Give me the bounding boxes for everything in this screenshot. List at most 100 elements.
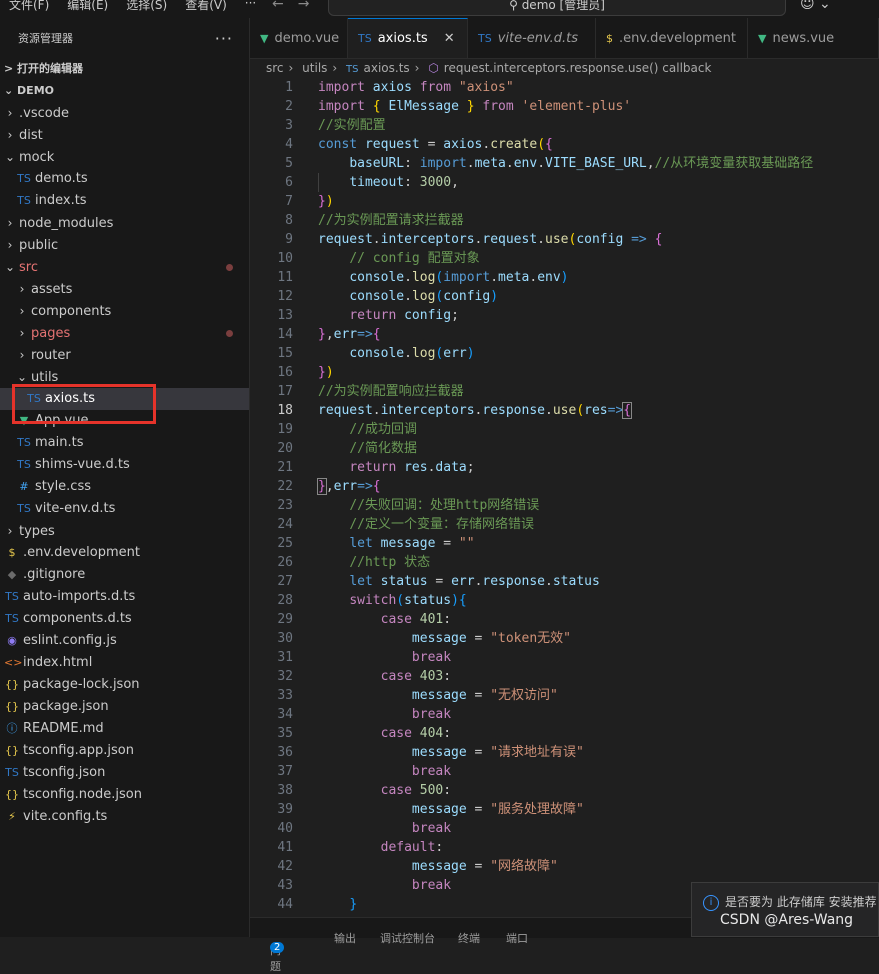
open-editors-section[interactable]: > 打开的编辑器 [0,58,249,80]
code-line[interactable]: 13 return config; [250,306,879,325]
code-line[interactable]: 39 message = "服务处理故障" [250,800,879,819]
code-line[interactable]: 23 //失败回调：处理http网络错误 [250,496,879,515]
command-center-search[interactable]: ⚲ demo [管理员] [328,0,786,16]
code-line[interactable]: 32 case 403: [250,667,879,686]
code-line[interactable]: 8 //为实例配置请求拦截器 [250,211,879,230]
file-item[interactable]: TS demo.ts [0,168,249,190]
file-item[interactable]: TS components.d.ts [0,608,249,630]
code-line[interactable]: 7}) [250,192,879,211]
code-line[interactable]: 34 break [250,705,879,724]
workspace-root[interactable]: ⌄ DEMO [0,80,249,102]
code-line[interactable]: 19 //成功回调 [250,420,879,439]
code-line[interactable]: 37 break [250,762,879,781]
copilot-icon[interactable]: ☺ ⌄ [800,0,831,12]
file-item[interactable]: ⓘ README.md [0,718,249,740]
file-item[interactable]: {} package-lock.json [0,674,249,696]
folder-item[interactable]: › router [0,344,249,366]
code-line[interactable]: 22},err=>{ [250,477,879,496]
notification-toast[interactable]: i 是否要为 此存储库 安装推荐 [691,882,879,937]
tab-vite-env-d-ts[interactable]: TS vite-env.d.ts [468,18,596,58]
folder-item[interactable]: › .vscode [0,102,249,124]
folder-item[interactable]: › pages [0,322,249,344]
code-line[interactable]: 12 console.log(config) [250,287,879,306]
code-line[interactable]: 17 //为实例配置响应拦截器 [250,382,879,401]
code-line[interactable]: 9 request.interceptors.request.use(config… [250,230,879,249]
folder-item[interactable]: › dist [0,124,249,146]
tab-ports[interactable]: 端口 [506,930,528,946]
menu-edit[interactable]: 编辑(E) [58,0,117,13]
code-line[interactable]: 10 // config 配置对象 [250,249,879,268]
code-line[interactable]: 41 default: [250,838,879,857]
file-item[interactable]: # style.css [0,476,249,498]
code-line[interactable]: 36 message = "请求地址有误" [250,743,879,762]
file-item[interactable]: TS auto-imports.d.ts [0,586,249,608]
folder-item[interactable]: ⌄ src [0,256,249,278]
tab-env-development[interactable]: $ .env.development [596,18,748,58]
code-line[interactable]: 3 //实例配置 [250,116,879,135]
file-item[interactable]: {} tsconfig.app.json [0,740,249,762]
code-line[interactable]: 15 console.log(err) [250,344,879,363]
breadcrumb-file[interactable]: axios.ts [364,61,410,75]
folder-item[interactable]: › node_modules [0,212,249,234]
code-line[interactable]: 28 switch(status){ [250,591,879,610]
tab-news-vue[interactable]: ▼ news.vue [748,18,879,58]
file-item[interactable]: ⚡ vite.config.ts [0,806,249,828]
menu-more[interactable]: ··· [236,0,265,13]
menu-view[interactable]: 查看(V) [176,0,236,13]
code-line[interactable]: 40 break [250,819,879,838]
file-item[interactable]: TS main.ts [0,432,249,454]
code-line[interactable]: 33 message = "无权访问" [250,686,879,705]
code-line[interactable]: 2 import { ElMessage } from 'element-plus… [250,97,879,116]
code-line[interactable]: 26 //http 状态 [250,553,879,572]
tab-terminal[interactable]: 终端 [458,930,480,946]
file-item[interactable]: <>index.html [0,652,249,674]
file-item[interactable]: {} tsconfig.node.json [0,784,249,806]
code-line[interactable]: 31 break [250,648,879,667]
tab-output[interactable]: 输出 [334,930,356,946]
tab-debug-console[interactable]: 调试控制台 [380,930,435,946]
code-line[interactable]: 1 import axios from "axios" [250,78,879,97]
code-editor[interactable]: 1 import axios from "axios" 2 import { ElMe… [250,78,879,917]
close-tab-icon[interactable]: ✕ [444,31,455,46]
code-line[interactable]: 5 baseURL: import.meta.env.VITE_BASE_URL… [250,154,879,173]
file-item[interactable]: TS shims-vue.d.ts [0,454,249,476]
back-arrow-icon[interactable]: ← [272,0,284,12]
code-line[interactable]: 20 //简化数据 [250,439,879,458]
more-actions-icon[interactable]: ··· [215,29,233,48]
forward-arrow-icon[interactable]: → [298,0,310,12]
code-line[interactable]: 21 return res.data; [250,458,879,477]
code-line[interactable]: 4 const request = axios.create({ [250,135,879,154]
code-line[interactable]: 18 request.interceptors.response.use(res=… [250,401,879,420]
code-line[interactable]: 27 let status = err.response.status [250,572,879,591]
code-line[interactable]: 25 let message = "" [250,534,879,553]
folder-item[interactable]: › components [0,300,249,322]
code-line[interactable]: 35 case 404: [250,724,879,743]
code-line[interactable]: 6 timeout: 3000, [250,173,879,192]
code-line[interactable]: 42 message = "网络故障" [250,857,879,876]
code-line[interactable]: 30 message = "token无效" [250,629,879,648]
menu-file[interactable]: 文件(F) [0,0,58,13]
folder-item[interactable]: ⌄ mock [0,146,249,168]
file-item[interactable]: TS tsconfig.json [0,762,249,784]
file-item[interactable]: TS vite-env.d.ts [0,498,249,520]
code-line[interactable]: 11 console.log(import.meta.env) [250,268,879,287]
folder-item[interactable]: › assets [0,278,249,300]
file-item[interactable]: TS index.ts [0,190,249,212]
tab-demo-vue[interactable]: ▼ demo.vue [250,18,348,58]
file-item[interactable]: ◆ .gitignore [0,564,249,586]
code-line[interactable]: 29 case 401: [250,610,879,629]
file-item[interactable]: ◉ eslint.config.js [0,630,249,652]
file-item[interactable]: $ .env.development [0,542,249,564]
breadcrumb-symbol[interactable]: request.interceptors.response.use() call… [444,61,712,75]
menu-selection[interactable]: 选择(S) [117,0,176,13]
folder-item[interactable]: › types [0,520,249,542]
code-line[interactable]: 24 //定义一个变量：存储网络错误 [250,515,879,534]
breadcrumb-utils[interactable]: utils [302,61,327,75]
code-line[interactable]: 16}) [250,363,879,382]
code-line[interactable]: 38 case 500: [250,781,879,800]
tab-axios-ts[interactable]: TS axios.ts ✕ [348,18,468,58]
folder-item[interactable]: › public [0,234,249,256]
breadcrumb-src[interactable]: src [266,61,284,75]
code-line[interactable]: 14},err=>{ [250,325,879,344]
file-item[interactable]: {} package.json [0,696,249,718]
